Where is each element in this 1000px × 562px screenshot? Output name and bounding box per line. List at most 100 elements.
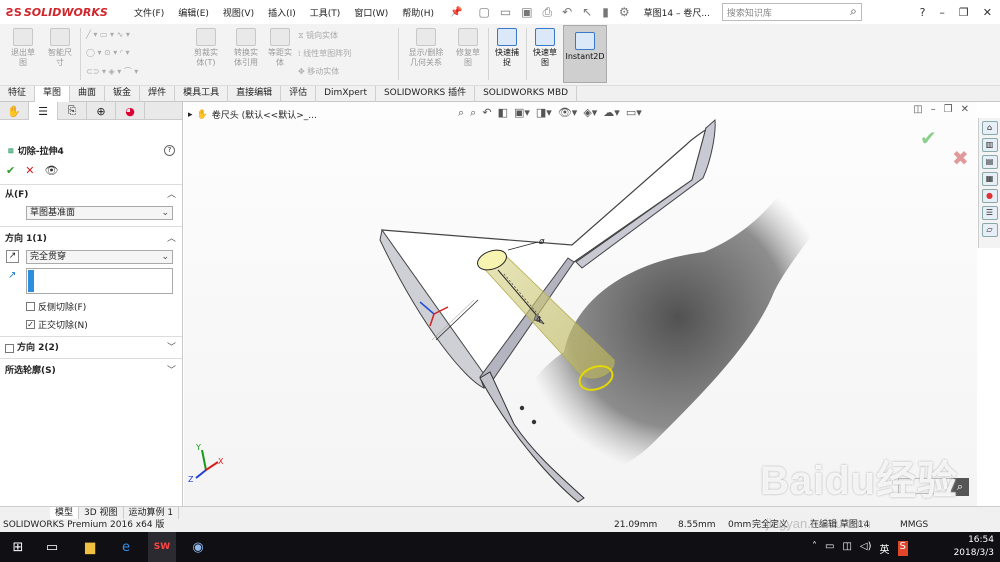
menu-edit[interactable]: 编辑(E) bbox=[178, 6, 209, 19]
ime-indicator[interactable]: 英 bbox=[880, 541, 890, 556]
display-delete-relations-button[interactable]: 显示/删除 几何关系 bbox=[402, 28, 450, 68]
slot-tool-icon[interactable]: ⊂⊃ ▾ ◈ ▾ ⌒ ▾ bbox=[86, 66, 138, 77]
line-tool-icon[interactable]: ╱ ▾ ▭ ▾ ∿ ▾ bbox=[86, 30, 130, 39]
cancel-x-icon[interactable]: ✕ bbox=[25, 164, 34, 177]
flip-side-to-cut-checkbox[interactable]: 反侧切除(F) bbox=[26, 300, 86, 313]
solidworks-taskbar-icon[interactable]: SW bbox=[148, 532, 176, 562]
help-icon[interactable]: ? bbox=[920, 6, 926, 19]
direction2-checkbox[interactable] bbox=[5, 343, 14, 353]
select-icon[interactable]: ↖ bbox=[582, 5, 592, 20]
menu-tools[interactable]: 工具(T) bbox=[310, 6, 341, 19]
smart-dimension-button[interactable]: 智能尺 寸 bbox=[42, 28, 78, 68]
appearances-icon[interactable]: ● bbox=[981, 189, 998, 203]
forum-icon[interactable]: ▱ bbox=[981, 223, 998, 237]
tab-solidworks-mbd[interactable]: SOLIDWORKS MBD bbox=[475, 86, 578, 102]
rapid-snap-button[interactable]: 快速捕 捉 bbox=[490, 28, 524, 68]
task-view-icon[interactable]: ▭ bbox=[40, 532, 64, 562]
circle-tool-icon[interactable]: ◯ ▾ ⊙ ▾ ◜ ▾ bbox=[86, 48, 130, 57]
offset-entities-button[interactable]: 等距实 体 bbox=[262, 28, 298, 68]
chevron-down-icon[interactable]: ﹀ bbox=[167, 364, 176, 378]
menu-view[interactable]: 视图(V) bbox=[223, 6, 254, 19]
feature-manager-tab-icon[interactable]: ✋ bbox=[0, 102, 29, 120]
linear-pattern-button[interactable]: ⁞ 线性草图阵列 bbox=[298, 48, 351, 59]
direction-selection-box[interactable] bbox=[26, 268, 173, 294]
menu-file[interactable]: 文件(F) bbox=[134, 6, 164, 19]
direction1-group-header[interactable]: 方向 1(1) ︿ bbox=[0, 232, 182, 246]
repair-sketch-button[interactable]: 修复草 图 bbox=[450, 28, 486, 68]
move-entities-button[interactable]: ✥ 移动实体 bbox=[298, 66, 339, 77]
chevron-up-icon[interactable]: ︿ bbox=[167, 232, 176, 246]
print-icon[interactable]: ⎙ bbox=[543, 5, 553, 20]
exit-sketch-button[interactable]: 退出草 图 bbox=[4, 28, 42, 68]
ime-s-icon[interactable]: S bbox=[897, 541, 908, 556]
custom-properties-icon[interactable]: ☰ bbox=[981, 206, 998, 220]
menu-help[interactable]: 帮助(H) bbox=[402, 6, 434, 19]
graphics-area[interactable]: ▸ ✋ 卷尺头 (默认<<默认>_... ⌕ ⌕ ↶ ◧ ▣▾ ◨▾ 👁▾ ◈▾… bbox=[184, 102, 977, 506]
tab-evaluate[interactable]: 评估 bbox=[281, 86, 317, 102]
from-group-header[interactable]: 从(F) ︿ bbox=[0, 188, 182, 202]
windows-start-icon[interactable]: ⊞ bbox=[6, 532, 30, 562]
dimxpert-manager-tab-icon[interactable]: ⊕ bbox=[87, 102, 116, 120]
tab-features[interactable]: 特征 bbox=[0, 86, 36, 102]
search-icon[interactable]: ⌕ bbox=[850, 4, 857, 19]
notification-up-icon[interactable]: ˄ bbox=[812, 541, 817, 556]
direction2-group-header[interactable]: 方向 2(2) ﹀ bbox=[0, 341, 182, 355]
open-file-icon[interactable]: ▭ bbox=[500, 5, 511, 20]
normal-cut-box[interactable]: ✓ bbox=[26, 320, 35, 329]
reverse-direction-icon[interactable]: ↗ bbox=[6, 250, 19, 263]
tab-3d-views[interactable]: 3D 视图 bbox=[79, 507, 124, 519]
view-palette-icon[interactable]: ▦ bbox=[981, 172, 998, 186]
file-explorer-icon[interactable]: ▤ bbox=[981, 155, 998, 169]
tab-solidworks-addins[interactable]: SOLIDWORKS 插件 bbox=[376, 86, 476, 102]
design-library-icon[interactable]: ▥ bbox=[981, 138, 998, 152]
rebuild-icon[interactable]: ▮ bbox=[602, 5, 609, 20]
volume-icon[interactable]: ◁) bbox=[860, 541, 872, 556]
chevron-up-icon[interactable]: ︿ bbox=[167, 188, 176, 202]
app-taskbar-icon[interactable]: ◉ bbox=[186, 532, 210, 562]
mirror-entities-button[interactable]: ⧖ 镜向实体 bbox=[298, 30, 338, 41]
home-icon[interactable]: ⌂ bbox=[981, 121, 998, 135]
edge-browser-icon[interactable]: e bbox=[114, 532, 138, 562]
new-file-icon[interactable]: ▢ bbox=[479, 5, 490, 20]
file-explorer-taskbar-icon[interactable]: ▆ bbox=[78, 532, 102, 562]
flip-side-box[interactable] bbox=[26, 302, 35, 311]
tab-sketch[interactable]: 草图 bbox=[35, 86, 71, 102]
minimize-button[interactable]: – bbox=[939, 6, 945, 19]
status-units[interactable]: MMGS bbox=[900, 519, 928, 532]
chevron-down-icon[interactable]: ﹀ bbox=[167, 341, 176, 355]
close-button[interactable]: ✕ bbox=[983, 6, 992, 19]
save-icon[interactable]: ▣ bbox=[521, 5, 532, 20]
options-gear-icon[interactable]: ⚙ bbox=[619, 5, 630, 20]
tab-weldments[interactable]: 焊件 bbox=[140, 86, 176, 102]
normal-cut-checkbox[interactable]: ✓ 正交切除(N) bbox=[26, 318, 88, 331]
instant2d-button[interactable]: Instant2D bbox=[563, 25, 607, 83]
tab-mold-tools[interactable]: 模具工具 bbox=[175, 86, 229, 102]
trim-entities-button[interactable]: 剪裁实 体(T) bbox=[186, 28, 226, 68]
menu-insert[interactable]: 插入(I) bbox=[268, 6, 296, 19]
network-icon[interactable]: ◫ bbox=[842, 541, 851, 556]
selected-contours-header[interactable]: 所选轮廓(S) ﹀ bbox=[0, 364, 182, 378]
help-icon[interactable]: ? bbox=[164, 145, 175, 156]
preview-eye-icon[interactable]: 👁 bbox=[44, 164, 58, 177]
tab-direct-editing[interactable]: 直接编辑 bbox=[228, 86, 282, 102]
undo-icon[interactable]: ↶ bbox=[562, 5, 572, 20]
ok-check-icon[interactable]: ✔ bbox=[6, 164, 15, 177]
property-manager-tab-icon[interactable]: ☰ bbox=[29, 102, 58, 120]
from-select[interactable]: 草图基准面 ⌄ bbox=[26, 206, 173, 220]
convert-entities-button[interactable]: 转换实 体引用 bbox=[226, 28, 266, 68]
search-knowledge-base-input[interactable]: 搜索知识库 ⌕ bbox=[721, 3, 862, 21]
configuration-manager-tab-icon[interactable]: ⎘ bbox=[58, 102, 87, 120]
pin-icon[interactable]: 📌 bbox=[450, 7, 462, 18]
tab-sheet-metal[interactable]: 钣金 bbox=[105, 86, 141, 102]
rapid-sketch-button[interactable]: 快速草 图 bbox=[528, 28, 562, 68]
display-manager-tab-icon[interactable]: ◕ bbox=[116, 102, 145, 120]
clock[interactable]: 16:54 2018/3/3 bbox=[954, 534, 994, 560]
tab-motion-study[interactable]: 运动算例 1 bbox=[124, 507, 180, 519]
battery-icon[interactable]: ▭ bbox=[825, 541, 834, 556]
restore-button[interactable]: ❐ bbox=[959, 6, 969, 19]
end-condition-select[interactable]: 完全贯穿 ⌄ bbox=[26, 250, 173, 264]
tab-dimxpert[interactable]: DimXpert bbox=[316, 86, 376, 102]
tab-model[interactable]: 模型 bbox=[50, 507, 80, 519]
menu-window[interactable]: 窗口(W) bbox=[354, 6, 388, 19]
tab-surfaces[interactable]: 曲面 bbox=[70, 86, 106, 102]
